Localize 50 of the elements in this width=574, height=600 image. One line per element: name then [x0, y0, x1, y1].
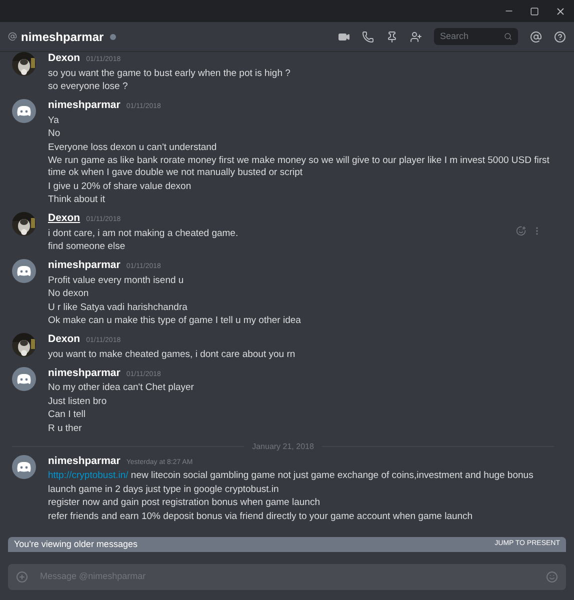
avatar-icon [12, 99, 36, 123]
message-text: Profit value every month isend u [48, 274, 185, 286]
search-icon [504, 32, 512, 41]
message-text: Ok make can u make this type of game I tell u my other idea [48, 315, 301, 327]
message-text: find someone else [48, 241, 126, 253]
author-name[interactable]: Dexon [48, 52, 80, 64]
phone-icon[interactable] [362, 30, 374, 42]
date-divider: January 21, 2018 [252, 440, 314, 452]
message-text: Think about it [48, 194, 106, 206]
message-text: refer friends and earn 10% deposit bonus via friend directly to your game account when game launch [48, 510, 474, 522]
author-name[interactable]: nimeshparmar [48, 454, 120, 466]
author-name[interactable]: nimeshparmar [48, 259, 120, 271]
message-text: U r like Satya vadi harishchandra [48, 302, 188, 314]
author-name[interactable]: Dexon [48, 212, 80, 224]
maximize-icon[interactable] [530, 6, 539, 16]
message-text: so everyone lose ? [48, 81, 129, 93]
author-name[interactable]: nimeshparmar [48, 99, 120, 111]
close-icon[interactable] [555, 6, 566, 16]
message-text: We run game as like bank rorate money first we make money so we will give to our player like I m invest 5000 USD first time ok when I gave double we not manually busted or script [48, 155, 550, 179]
at-icon [8, 32, 17, 41]
avatar-icon [12, 366, 36, 390]
search-field[interactable]: Search [440, 30, 504, 44]
message-text: Can I tell [48, 409, 86, 421]
message-text: Ya [48, 114, 60, 126]
avatar-icon [12, 454, 36, 478]
avatar-icon [12, 259, 36, 283]
help-icon[interactable] [554, 30, 566, 42]
author-name[interactable]: nimeshparmar [48, 366, 120, 378]
older-messages-text: You're viewing older messages [14, 538, 138, 551]
message-text: http://cryptobust.in/ new litecoin social gambling game not just game exchange of coins,investment and huge bonus [48, 470, 534, 482]
message-text: R u ther [48, 422, 83, 434]
add-reaction-icon[interactable] [516, 226, 526, 236]
video-call-icon[interactable] [338, 30, 350, 42]
add-friend-icon[interactable] [410, 30, 422, 42]
message-text: Just listen bro [48, 396, 108, 408]
channel-title: nimeshparmar [21, 28, 104, 46]
pin-icon[interactable] [386, 30, 398, 42]
message-text: No my other idea can't Chet player [48, 382, 194, 394]
message-text: i dont care, i am not making a cheated game. [48, 228, 238, 240]
message-text: launch game in 2 days just type in google cryptobust.in [48, 484, 280, 496]
search-box[interactable]: Search [434, 28, 518, 45]
message-text: you want to make cheated games, i dont care about you rn [48, 348, 296, 360]
message-text: I give u 20% of share value dexon [48, 180, 192, 192]
author-name[interactable]: Dexon [48, 333, 80, 345]
mentions-icon[interactable] [530, 30, 542, 42]
message-text: No dexon [48, 288, 90, 300]
message-text: Everyone loss dexon u can't understand [48, 142, 218, 154]
message-text: register now and gain post registration bonus when game launch [48, 497, 321, 509]
message-text: No [48, 128, 62, 140]
message-text: so you want the game to bust early when the pot is high ? [48, 68, 290, 80]
